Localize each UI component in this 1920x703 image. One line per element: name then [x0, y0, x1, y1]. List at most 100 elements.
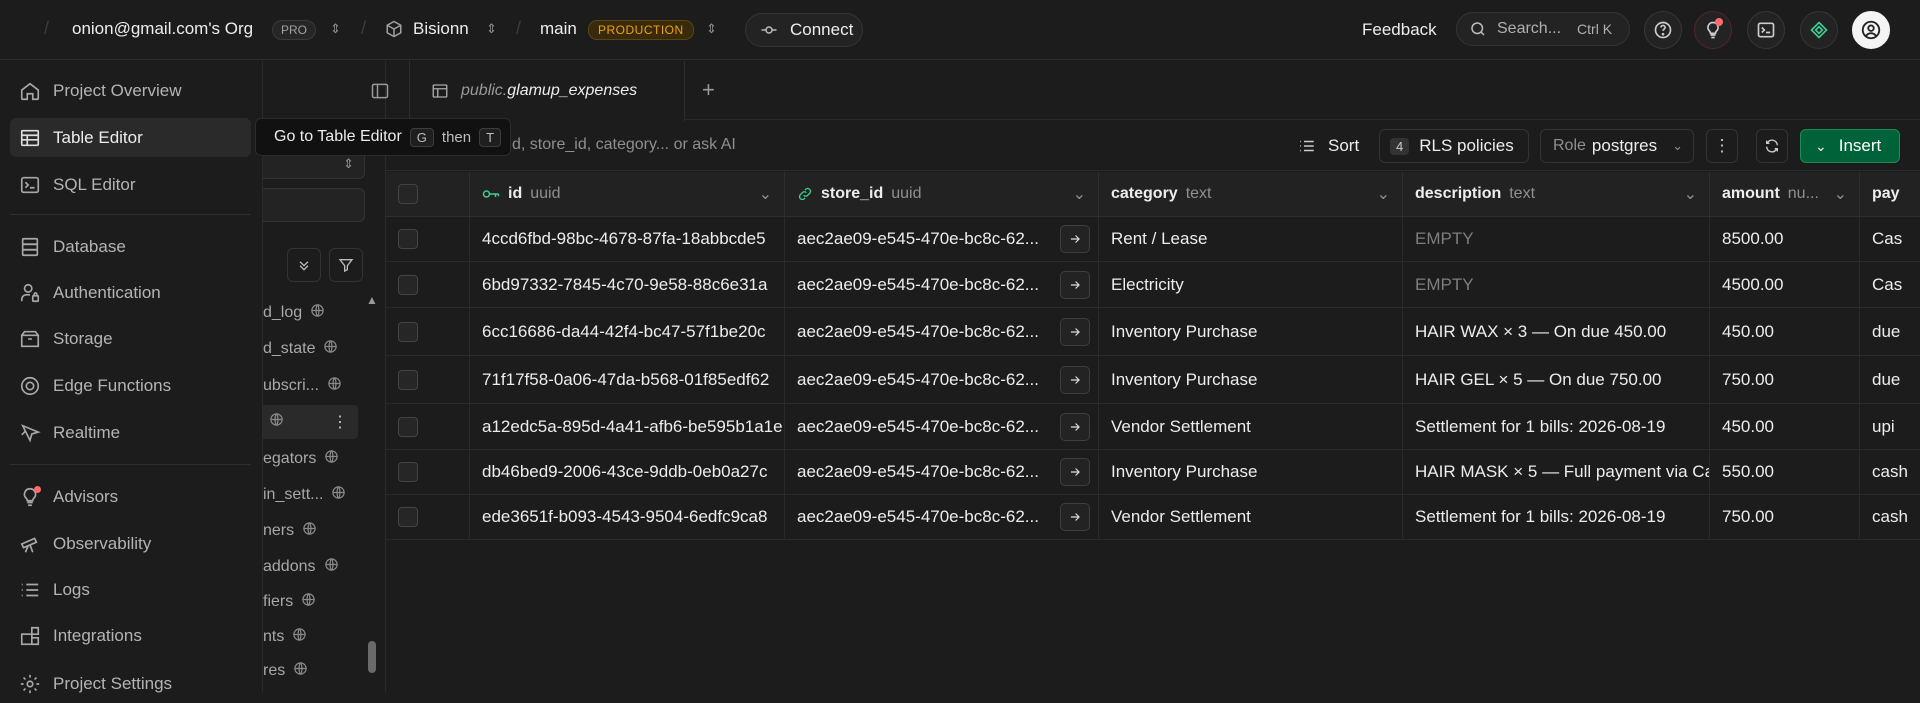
assistant-button[interactable] — [1800, 11, 1838, 49]
cell-pay[interactable]: cash — [1860, 450, 1920, 495]
cell-amount[interactable]: 550.00 — [1710, 450, 1860, 495]
sidebar-item-storage[interactable]: Storage — [10, 319, 251, 358]
list-item[interactable]: egators — [263, 444, 339, 474]
open-reference-button[interactable] — [1060, 225, 1090, 253]
project-selector[interactable]: Bisionn — [385, 19, 469, 39]
cell-amount[interactable]: 4500.00 — [1710, 262, 1860, 308]
cell-amount[interactable]: 750.00 — [1710, 495, 1860, 540]
sort-tables-button[interactable] — [287, 248, 321, 282]
scrollbar-thumb[interactable] — [368, 641, 376, 673]
scrollbar[interactable]: ▲ — [365, 293, 379, 692]
cell-pay[interactable]: due — [1860, 308, 1920, 356]
cell-store-id[interactable]: aec2ae09-e545-470e-bc8c-62... — [785, 217, 1099, 262]
row-select-cell[interactable] — [386, 217, 470, 262]
list-item[interactable]: ners — [263, 516, 317, 546]
chevron-down-icon[interactable]: ⌄ — [1684, 184, 1697, 204]
chevron-down-icon[interactable]: ⌄ — [1073, 184, 1086, 204]
chevron-updown-icon[interactable]: ⇕ — [330, 21, 341, 37]
cell-category[interactable]: Vendor Settlement — [1099, 495, 1403, 540]
connect-button[interactable]: Connect — [745, 13, 863, 47]
open-reference-button[interactable] — [1060, 270, 1090, 299]
cell-id[interactable]: ede3651f-b093-4543-9504-6edfc9ca8 — [470, 495, 785, 540]
sidebar-item-authentication[interactable]: Authentication — [10, 273, 251, 312]
cell-id[interactable]: a12edc5a-895d-4a41-afb6-be595b1a1e — [470, 404, 785, 450]
new-tab-button[interactable]: + — [702, 77, 715, 103]
open-reference-button[interactable] — [1060, 458, 1090, 486]
search-input[interactable]: Search... Ctrl K — [1456, 12, 1630, 46]
cell-category[interactable]: Inventory Purchase — [1099, 356, 1403, 404]
list-item[interactable]: d_state — [263, 334, 338, 364]
advisor-button[interactable] — [1694, 11, 1732, 49]
scroll-up-icon[interactable]: ▲ — [366, 293, 378, 307]
branch-selector[interactable]: main — [540, 19, 577, 39]
table-search-input[interactable] — [263, 188, 365, 222]
sort-button[interactable]: Sort — [1298, 129, 1359, 163]
feedback-button[interactable]: Feedback — [1362, 20, 1437, 40]
cell-category[interactable]: Inventory Purchase — [1099, 308, 1403, 356]
cell-description[interactable]: Settlement for 1 bills: 2026-08-19 — [1403, 404, 1710, 450]
cell-pay[interactable]: cash — [1860, 495, 1920, 540]
terminal-button[interactable] — [1747, 11, 1785, 49]
cell-category[interactable]: Inventory Purchase — [1099, 450, 1403, 495]
row-checkbox[interactable] — [398, 369, 418, 390]
column-header-store-id[interactable]: store_id uuid ⌄ — [785, 172, 1099, 217]
rls-policies-button[interactable]: 4 RLS policies — [1379, 129, 1529, 163]
cell-pay[interactable]: Cas — [1860, 262, 1920, 308]
row-select-cell[interactable] — [386, 404, 470, 450]
column-header-description[interactable]: description text ⌄ — [1403, 172, 1710, 217]
filter-tables-button[interactable] — [329, 248, 363, 282]
cell-pay[interactable]: Cas — [1860, 217, 1920, 262]
row-checkbox[interactable] — [398, 416, 418, 437]
cell-description[interactable]: HAIR MASK × 5 — Full payment via Ca — [1403, 450, 1710, 495]
cell-id[interactable]: 6cc16686-da44-42f4-bc47-57f1be20c — [470, 308, 785, 356]
sidebar-item-logs[interactable]: Logs — [10, 570, 251, 609]
chevron-updown-icon[interactable]: ⇕ — [486, 21, 497, 37]
cell-store-id[interactable]: aec2ae09-e545-470e-bc8c-62... — [785, 308, 1099, 356]
sidebar-item-database[interactable]: Database — [10, 227, 251, 266]
sidebar-item-integrations[interactable]: Integrations — [10, 616, 251, 655]
row-select-cell[interactable] — [386, 262, 470, 308]
cell-store-id[interactable]: aec2ae09-e545-470e-bc8c-62... — [785, 450, 1099, 495]
sidebar-item-sql-editor[interactable]: SQL Editor — [10, 165, 251, 204]
cell-pay[interactable]: upi — [1860, 404, 1920, 450]
cell-pay[interactable]: due — [1860, 356, 1920, 404]
cell-category[interactable]: Electricity — [1099, 262, 1403, 308]
chevron-down-icon[interactable]: ⌄ — [1377, 184, 1390, 204]
cell-id[interactable]: 4ccd6fbd-98bc-4678-87fa-18abbcde5 — [470, 217, 785, 262]
row-checkbox[interactable] — [398, 462, 418, 482]
help-button[interactable] — [1644, 11, 1682, 49]
cell-amount[interactable]: 8500.00 — [1710, 217, 1860, 262]
row-select-cell[interactable] — [386, 308, 470, 356]
row-select-cell[interactable] — [386, 495, 470, 540]
sidebar-item-project-overview[interactable]: Project Overview — [10, 71, 251, 110]
cell-amount[interactable]: 450.00 — [1710, 308, 1860, 356]
cell-description[interactable]: EMPTY — [1403, 262, 1710, 308]
row-checkbox[interactable] — [398, 507, 418, 527]
cell-store-id[interactable]: aec2ae09-e545-470e-bc8c-62... — [785, 404, 1099, 450]
list-item[interactable]: in_sett... — [263, 480, 346, 510]
cell-amount[interactable]: 750.00 — [1710, 356, 1860, 404]
filter-input[interactable]: d, store_id, category... or ask AI — [512, 136, 736, 154]
row-checkbox[interactable] — [398, 274, 418, 295]
user-avatar[interactable] — [1852, 11, 1890, 49]
row-select-cell[interactable] — [386, 450, 470, 495]
sidebar-item-realtime[interactable]: Realtime — [10, 413, 251, 452]
list-item[interactable]: d_log — [263, 298, 325, 328]
chevron-down-icon[interactable]: ⌄ — [1834, 184, 1847, 204]
list-item[interactable]: nts — [263, 622, 307, 652]
role-select[interactable]: Role postgres ⌄ — [1540, 129, 1694, 163]
cell-id[interactable]: db46bed9-2006-43ce-9ddb-0eb0a27c — [470, 450, 785, 495]
row-checkbox[interactable] — [398, 229, 418, 249]
cell-category[interactable]: Rent / Lease — [1099, 217, 1403, 262]
sidebar-item-observability[interactable]: Observability — [10, 524, 251, 563]
open-reference-button[interactable] — [1060, 503, 1090, 531]
sidebar-item-edge-functions[interactable]: Edge Functions — [10, 366, 251, 405]
row-select-cell[interactable] — [386, 356, 470, 404]
refresh-button[interactable] — [1756, 129, 1788, 163]
tab-glamup-expenses[interactable]: public. glamup_expenses — [409, 61, 685, 121]
cell-category[interactable]: Vendor Settlement — [1099, 404, 1403, 450]
chevron-down-icon[interactable]: ⌄ — [759, 184, 772, 204]
cell-id[interactable]: 6bd97332-7845-4c70-9e58-88c6e31a — [470, 262, 785, 308]
cell-description[interactable]: HAIR WAX × 3 — On due 450.00 — [1403, 308, 1710, 356]
cell-amount[interactable]: 450.00 — [1710, 404, 1860, 450]
